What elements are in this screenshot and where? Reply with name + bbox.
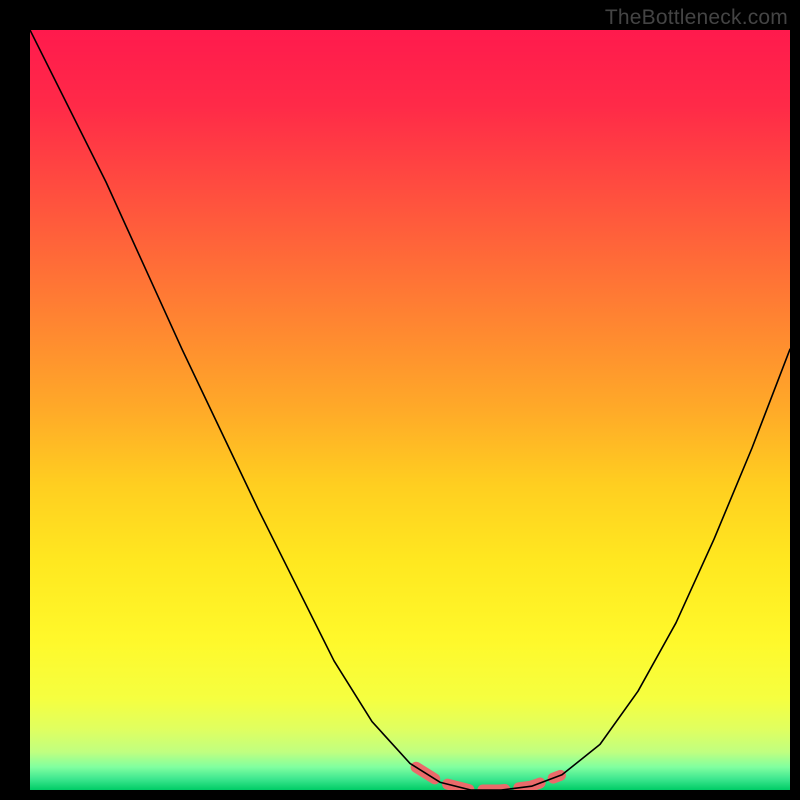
chart-highlight-segment xyxy=(416,767,560,790)
chart-frame: TheBottleneck.com xyxy=(0,0,800,800)
chart-svg xyxy=(30,30,790,790)
chart-curve xyxy=(30,30,790,790)
watermark-text: TheBottleneck.com xyxy=(605,6,788,30)
